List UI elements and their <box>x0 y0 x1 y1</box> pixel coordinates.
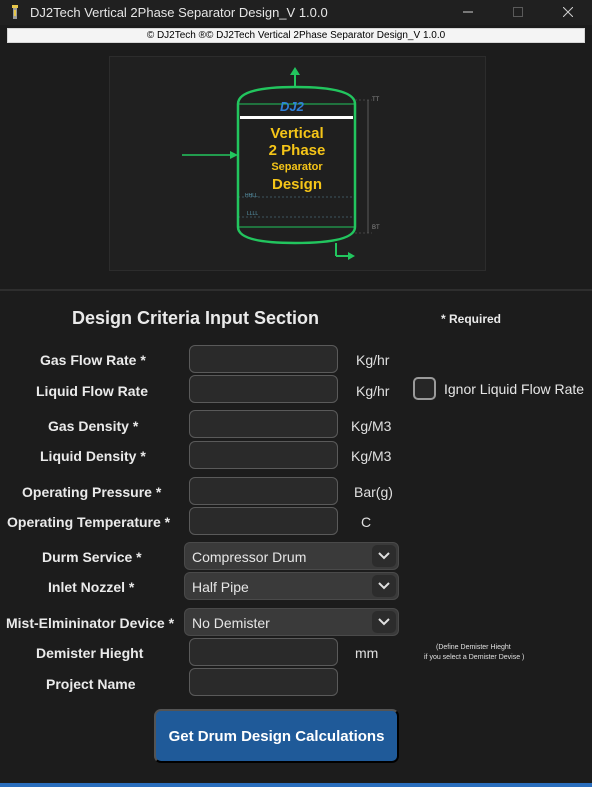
operating-temperature-label: Operating Temperature * <box>7 514 171 530</box>
mist-eliminator-select[interactable]: No Demister <box>184 608 399 636</box>
project-name-input[interactable] <box>189 668 338 696</box>
section-divider <box>0 289 592 291</box>
close-icon <box>563 7 573 17</box>
gas-density-label: Gas Density * <box>48 418 139 434</box>
operating-pressure-unit: Bar(g) <box>354 484 393 500</box>
minimize-icon <box>463 11 473 13</box>
liquid-density-label: Liquid Density * <box>40 448 146 464</box>
section-title: Design Criteria Input Section <box>72 308 320 328</box>
minimize-button[interactable] <box>448 2 488 22</box>
demister-note-line-1: (Define Demister Hieght <box>436 644 511 651</box>
inlet-nozzle-select[interactable]: Half Pipe <box>184 572 399 600</box>
demister-height-input[interactable] <box>189 638 338 666</box>
window-bottom-border <box>0 783 592 787</box>
window-title: DJ2Tech Vertical 2Phase Separator Design… <box>30 5 328 20</box>
mist-eliminator-value: No Demister <box>192 615 270 631</box>
operating-temperature-input[interactable] <box>189 507 338 535</box>
ignore-liquid-flow-label: Ignor Liquid Flow Rate <box>444 381 585 397</box>
diagram-title-line-3: Separator <box>271 161 323 173</box>
gas-flow-rate-label: Gas Flow Rate * <box>40 352 146 368</box>
tag-hhll: HHLL <box>245 193 258 199</box>
tag-llll: LLLL <box>247 211 259 217</box>
tag-bt: BT <box>372 225 380 231</box>
operating-pressure-label: Operating Pressure * <box>22 484 162 500</box>
required-note: * Required <box>441 312 502 326</box>
maximize-button[interactable] <box>498 2 538 22</box>
drum-service-select[interactable]: Compressor Drum <box>184 542 399 570</box>
operating-pressure-input[interactable] <box>189 477 338 505</box>
liquid-density-input[interactable] <box>189 441 338 469</box>
liquid-flow-rate-label: Liquid Flow Rate <box>36 383 148 399</box>
demister-note-line-2: if you select a Demister Devise ) <box>424 654 525 661</box>
operating-temperature-unit: C <box>361 514 372 530</box>
close-button[interactable] <box>548 2 588 22</box>
inlet-nozzle-label: Inlet Nozzel * <box>48 579 135 595</box>
drum-service-label: Durm Service * <box>42 549 142 565</box>
project-name-label: Project Name <box>46 676 136 692</box>
drum-service-value: Compressor Drum <box>192 549 307 565</box>
chevron-down-icon[interactable] <box>372 545 396 567</box>
diagram-title-line-4: Design <box>271 176 322 193</box>
chevron-down-icon[interactable] <box>372 611 396 633</box>
gas-flow-rate-unit: Kg/hr <box>356 352 390 368</box>
diagram-title-line-1: Vertical <box>270 125 324 142</box>
chevron-down-icon[interactable] <box>372 575 396 597</box>
gas-density-input[interactable] <box>189 410 338 438</box>
liquid-flow-rate-unit: Kg/hr <box>356 383 390 399</box>
demister-height-label: Demister Hieght <box>36 645 144 661</box>
gas-density-unit: Kg/M3 <box>351 418 392 434</box>
liquid-flow-rate-input[interactable] <box>189 375 338 403</box>
ignore-liquid-flow-checkbox[interactable] <box>413 377 436 400</box>
title-bar: DJ2Tech Vertical 2Phase Separator Design… <box>0 0 592 25</box>
tag-tt: TT <box>372 97 380 103</box>
demister-height-unit: mm <box>355 645 379 661</box>
diagram-logo: DJ2 <box>280 99 304 114</box>
gas-flow-rate-input[interactable] <box>189 345 338 373</box>
copyright-banner: © DJ2Tech ®© DJ2Tech Vertical 2Phase Sep… <box>7 28 585 43</box>
liquid-density-unit: Kg/M3 <box>351 448 392 464</box>
separator-diagram: DJ2 Vertical 2 Phase Separator Design TT… <box>109 56 486 271</box>
diagram-title-line-2: 2 Phase <box>268 142 326 159</box>
mist-eliminator-label: Mist-Elmininator Device * <box>6 615 175 631</box>
app-icon <box>12 5 18 19</box>
get-calculations-button[interactable]: Get Drum Design Calculations <box>154 709 399 763</box>
maximize-icon <box>513 7 523 17</box>
inlet-nozzle-value: Half Pipe <box>192 579 249 595</box>
